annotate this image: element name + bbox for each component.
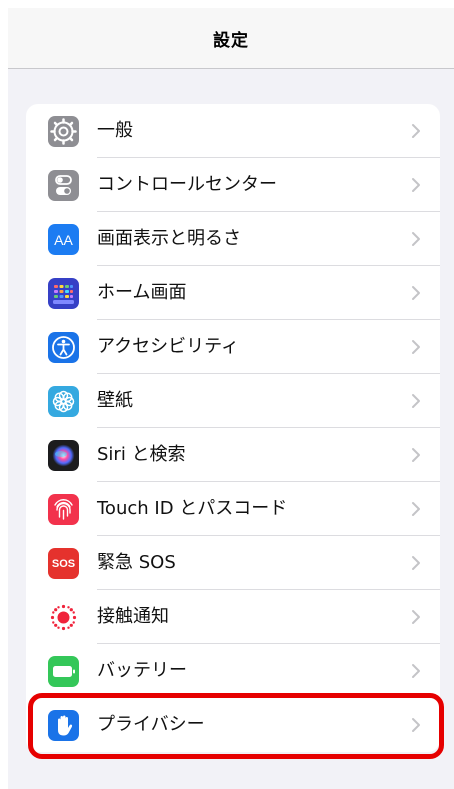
chevron-right-icon <box>412 340 420 354</box>
settings-item-label: プライバシー <box>97 714 205 735</box>
settings-item-exposure-notifications[interactable]: 接触通知 <box>26 590 440 644</box>
settings-item-touch-id-passcode[interactable]: Touch ID とパスコード <box>26 482 440 536</box>
flower-icon <box>48 386 79 417</box>
chevron-right-icon <box>412 178 420 192</box>
chevron-right-icon <box>412 124 420 138</box>
settings-item-label: バッテリー <box>97 660 187 681</box>
settings-item-privacy[interactable]: プライバシー <box>26 698 440 752</box>
settings-item-control-center[interactable]: コントロールセンター <box>26 158 440 212</box>
settings-item-wallpaper[interactable]: 壁紙 <box>26 374 440 428</box>
settings-list: 一般 コントロールセンター AA 画面表示と明るさ ホーム画面 アクセシビリティ… <box>26 104 440 752</box>
text-size-glyph: AA <box>54 231 73 248</box>
text-size-icon: AA <box>48 224 79 255</box>
app-grid-icon <box>48 278 79 309</box>
settings-item-label: 緊急 SOS <box>97 552 176 573</box>
settings-screen: 設定 一般 コントロールセンター AA 画面表示と明るさ ホーム画面 アクセシビ… <box>8 8 454 789</box>
toggles-icon <box>48 170 79 201</box>
chevron-right-icon <box>412 718 420 732</box>
settings-item-label: 壁紙 <box>97 390 133 411</box>
settings-item-label: ホーム画面 <box>97 282 187 303</box>
settings-item-label: 一般 <box>97 120 133 141</box>
chevron-right-icon <box>412 394 420 408</box>
settings-item-home-screen[interactable]: ホーム画面 <box>26 266 440 320</box>
settings-item-general[interactable]: 一般 <box>26 104 440 158</box>
chevron-right-icon <box>412 502 420 516</box>
navigation-bar: 設定 <box>8 8 454 69</box>
gear-icon <box>48 116 79 147</box>
chevron-right-icon <box>412 286 420 300</box>
settings-item-label: 画面表示と明るさ <box>97 228 241 249</box>
page-title: 設定 <box>213 30 249 51</box>
hand-icon <box>48 710 79 741</box>
sos-icon: SOS <box>48 548 79 579</box>
settings-item-label: コントロールセンター <box>97 174 277 195</box>
settings-item-display-brightness[interactable]: AA 画面表示と明るさ <box>26 212 440 266</box>
chevron-right-icon <box>412 448 420 462</box>
settings-item-accessibility[interactable]: アクセシビリティ <box>26 320 440 374</box>
settings-item-label: 接触通知 <box>97 606 169 627</box>
siri-icon <box>48 440 79 471</box>
chevron-right-icon <box>412 556 420 570</box>
sos-glyph: SOS <box>51 557 76 570</box>
exposure-icon <box>48 602 79 633</box>
settings-item-siri-search[interactable]: Siri と検索 <box>26 428 440 482</box>
settings-item-label: アクセシビリティ <box>97 336 240 357</box>
chevron-right-icon <box>412 664 420 678</box>
settings-item-label: Touch ID とパスコード <box>97 498 288 519</box>
fingerprint-icon <box>48 494 79 525</box>
chevron-right-icon <box>412 232 420 246</box>
battery-icon <box>48 656 79 687</box>
settings-item-emergency-sos[interactable]: SOS 緊急 SOS <box>26 536 440 590</box>
settings-item-battery[interactable]: バッテリー <box>26 644 440 698</box>
settings-item-label: Siri と検索 <box>97 444 186 465</box>
chevron-right-icon <box>412 610 420 624</box>
accessibility-icon <box>48 332 79 363</box>
